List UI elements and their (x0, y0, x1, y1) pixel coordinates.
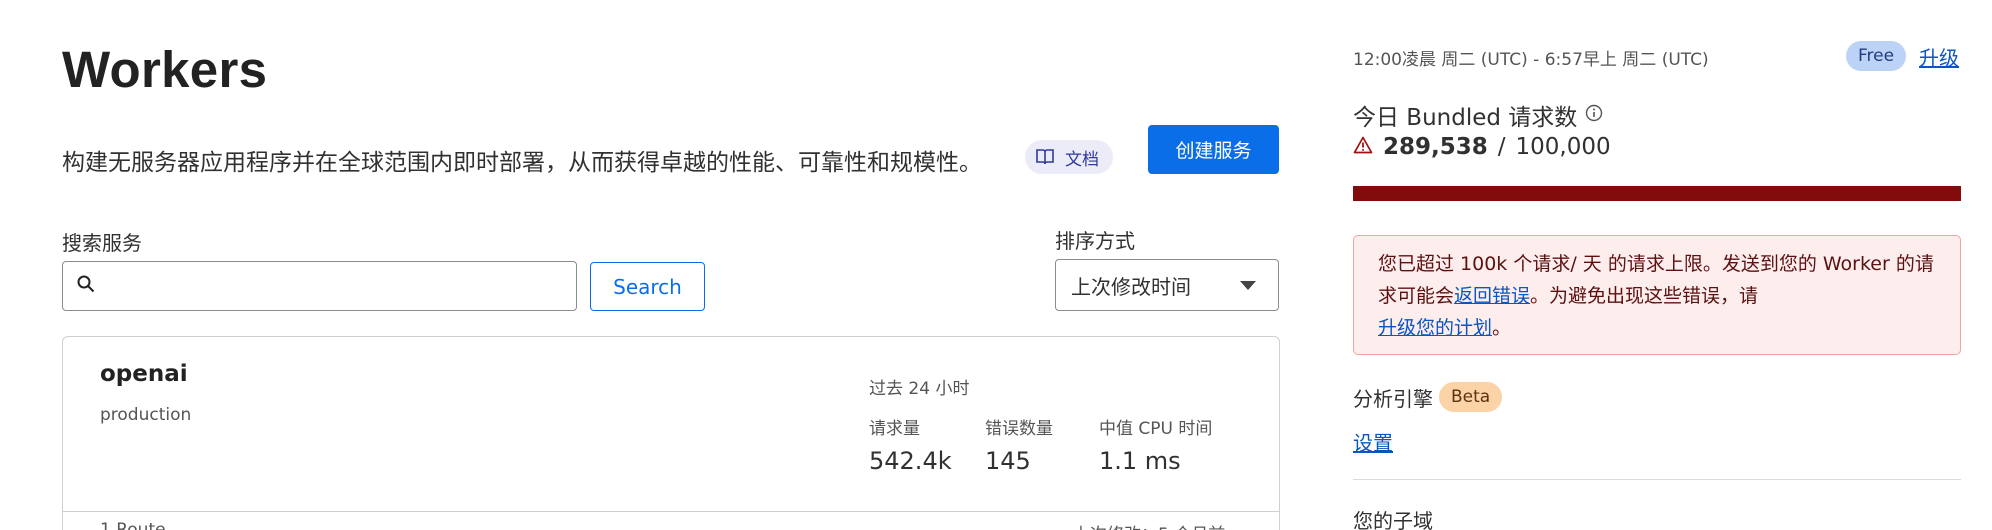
search-box[interactable] (62, 261, 577, 311)
requests-used: 289,538 (1383, 134, 1488, 160)
requests-usage: 289,538 / 100,000 (1353, 134, 1611, 160)
search-button[interactable]: Search (590, 262, 705, 311)
metrics-period: 过去 24 小时 (869, 379, 970, 399)
search-input[interactable] (105, 262, 576, 310)
requests-limit: 100,000 (1515, 134, 1611, 160)
requests-separator: / (1497, 134, 1506, 160)
metric-label-cpu: 中值 CPU 时间 (1099, 419, 1213, 439)
usage-progress-fill (1353, 186, 1961, 201)
usage-progress-bar (1353, 186, 1961, 201)
chevron-down-icon (1240, 280, 1256, 290)
time-range: 12:00凌晨 周二 (UTC) - 6:57早上 周二 (UTC) (1353, 50, 1709, 70)
upgrade-link[interactable]: 升级 (1919, 42, 1959, 71)
sort-select[interactable]: 上次修改时间 (1055, 259, 1279, 311)
metric-value-cpu: 1.1 ms (1099, 447, 1181, 475)
sort-label: 排序方式 (1055, 229, 1135, 253)
page-description: 构建无服务器应用程序并在全球范围内即时部署，从而获得卓越的性能、可靠性和规模性。 (62, 150, 982, 176)
service-routes: 1 Route (100, 520, 166, 530)
bundled-requests-label: 今日 Bundled 请求数 (1353, 105, 1578, 131)
create-service-button[interactable]: 创建服务 (1148, 125, 1279, 174)
service-environment: production (100, 405, 192, 425)
book-icon (1035, 148, 1055, 166)
card-divider (63, 511, 1279, 512)
sidebar-divider (1353, 479, 1961, 480)
limit-exceeded-alert: 您已超过 100k 个请求/ 天 的请求上限。发送到您的 Worker 的请求可… (1353, 235, 1961, 355)
warning-icon (1353, 134, 1373, 160)
service-card[interactable]: openai production 过去 24 小时 请求量 542.4k 错误… (62, 336, 1280, 530)
page-title: Workers (62, 41, 268, 98)
metric-value-errors: 145 (985, 447, 1031, 475)
search-label: 搜索服务 (62, 231, 142, 255)
search-icon (77, 275, 95, 297)
subdomain-label: 您的子域 (1353, 509, 1433, 530)
alert-text-3: 。 (1492, 317, 1512, 339)
analytics-engine: 分析引擎 Beta (1353, 382, 1503, 412)
beta-badge: Beta (1439, 382, 1503, 412)
service-name[interactable]: openai (100, 361, 188, 387)
plan-badge: Free (1846, 41, 1907, 71)
bundled-requests-title: 今日 Bundled 请求数 (1353, 98, 1603, 132)
docs-link-label: 文档 (1065, 149, 1099, 170)
info-icon[interactable] (1585, 102, 1603, 128)
return-errors-link[interactable]: 返回错误 (1454, 285, 1530, 307)
analytics-engine-label: 分析引擎 (1353, 386, 1433, 411)
alert-text-2: 。为避免出现这些错误，请 (1530, 285, 1759, 307)
service-last-modified: 上次修改：5 个月前 (1073, 520, 1225, 530)
settings-link[interactable]: 设置 (1353, 427, 1393, 456)
metric-label-requests: 请求量 (869, 419, 920, 439)
upgrade-plan-link[interactable]: 升级您的计划 (1378, 317, 1492, 339)
metric-value-requests: 542.4k (869, 447, 952, 475)
metric-label-errors: 错误数量 (985, 419, 1053, 439)
sort-selected-value: 上次修改时间 (1071, 274, 1191, 299)
docs-link[interactable]: 文档 (1025, 140, 1113, 174)
